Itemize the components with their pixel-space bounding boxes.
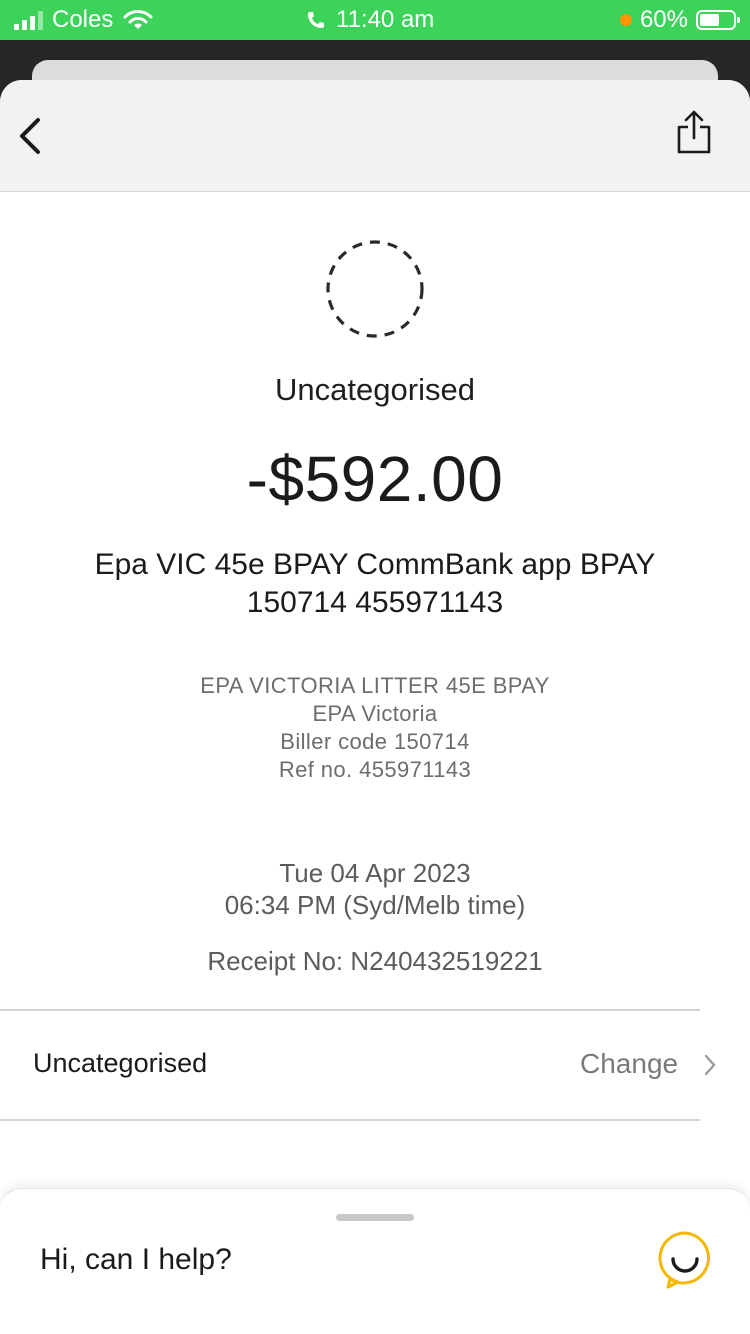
battery-fill <box>700 14 719 26</box>
description-line-2: 150714 455971143 <box>246 586 504 619</box>
carrier-group: Coles <box>14 6 153 34</box>
status-bar: Coles 11:40 am 60% <box>0 0 750 40</box>
biller-code: Biller code 150714 <box>280 729 470 754</box>
category-row-label: Uncategorised <box>33 1048 208 1078</box>
description-line-1: Epa VIC 45e BPAY CommBank app BPAY <box>94 548 656 581</box>
category-row[interactable]: Uncategorised Change <box>0 1011 750 1119</box>
carrier-name: Coles <box>52 6 114 33</box>
battery-group: 60% <box>619 6 740 34</box>
mic-indicator-dot <box>619 14 632 26</box>
chevron-right-icon <box>704 1054 716 1076</box>
divider-bottom <box>0 1119 700 1121</box>
time-group: 11:40 am <box>306 6 434 34</box>
change-category-button[interactable]: Change <box>580 1048 678 1080</box>
signal-icon <box>14 10 43 30</box>
status-time: 11:40 am <box>336 6 435 33</box>
battery-percent: 60% <box>639 6 688 33</box>
chevron-left-icon[interactable] <box>14 114 50 158</box>
category-title: Uncategorised <box>275 372 475 407</box>
dashed-circle-icon <box>326 240 424 338</box>
share-icon[interactable] <box>674 108 714 156</box>
transaction-amount: -$592.00 <box>246 443 504 515</box>
transaction-time: 06:34 PM (Syd/Melb time) <box>224 890 526 920</box>
help-sheet[interactable]: Hi, can I help? <box>0 1188 750 1334</box>
transaction-date: Tue 04 Apr 2023 <box>279 858 471 888</box>
transaction-datetime: Tue 04 Apr 2023 06:34 PM (Syd/Melb time) <box>0 857 750 921</box>
biller-details: EPA VICTORIA LITTER 45E BPAY EPA Victori… <box>0 672 750 784</box>
reference-number: Ref no. 455971143 <box>278 757 472 782</box>
transaction-sheet: Uncategorised -$592.00 Epa VIC 45e BPAY … <box>0 80 750 1334</box>
phone-icon <box>308 12 324 28</box>
wifi-icon <box>123 10 153 29</box>
ceba-chat-icon[interactable] <box>656 1229 714 1291</box>
help-prompt[interactable]: Hi, can I help? <box>40 1243 232 1277</box>
biller-name: EPA VICTORIA LITTER 45E BPAY <box>200 673 550 698</box>
battery-icon <box>696 10 740 30</box>
receipt-number: Receipt No: N240432519221 <box>207 946 543 976</box>
sheet-grabber[interactable] <box>336 1214 414 1221</box>
biller-org: EPA Victoria <box>312 701 438 726</box>
nav-bar <box>0 80 750 192</box>
transaction-description: Epa VIC 45e BPAY CommBank app BPAY 15071… <box>60 546 690 622</box>
